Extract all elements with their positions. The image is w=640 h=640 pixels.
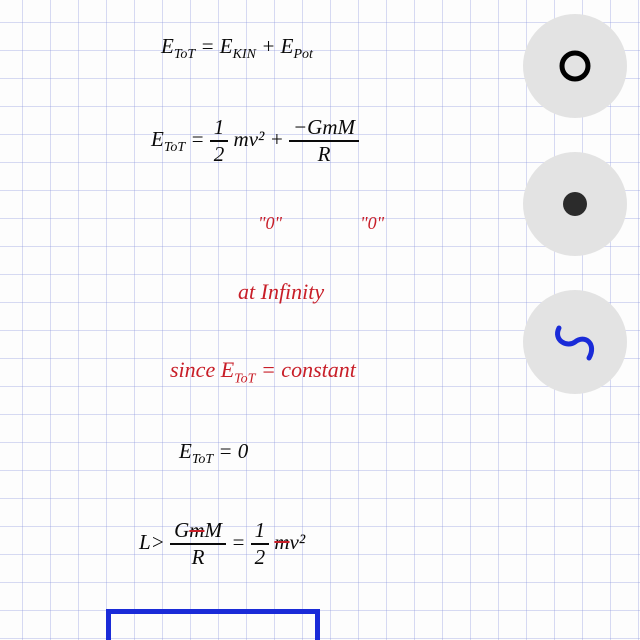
tool-circle-outline-button[interactable] <box>523 14 627 118</box>
equation-etot-zero: EToT = 0 <box>158 417 510 491</box>
tool-stroke-button[interactable] <box>523 290 627 394</box>
stroke-sample-icon <box>545 312 605 372</box>
circle-outline-icon <box>555 46 595 86</box>
note-constant: since EToT = constant <box>148 334 510 411</box>
zero-annotations: "0""0" <box>240 194 510 253</box>
tool-circle-filled-button[interactable] <box>523 152 627 256</box>
note-at-infinity: at Infinity <box>216 255 510 328</box>
circle-filled-icon <box>555 184 595 224</box>
tool-sidebar <box>510 0 640 640</box>
result-escape-velocity: v = √2GMR <box>106 609 320 640</box>
equation-energy-expanded: EToT = 12 mv² + −GmMR <box>130 94 510 188</box>
equation-total-energy: EToT = EKIN + EPot <box>140 12 510 86</box>
equation-balance: L> GmMR = 12 mv² <box>118 497 510 591</box>
